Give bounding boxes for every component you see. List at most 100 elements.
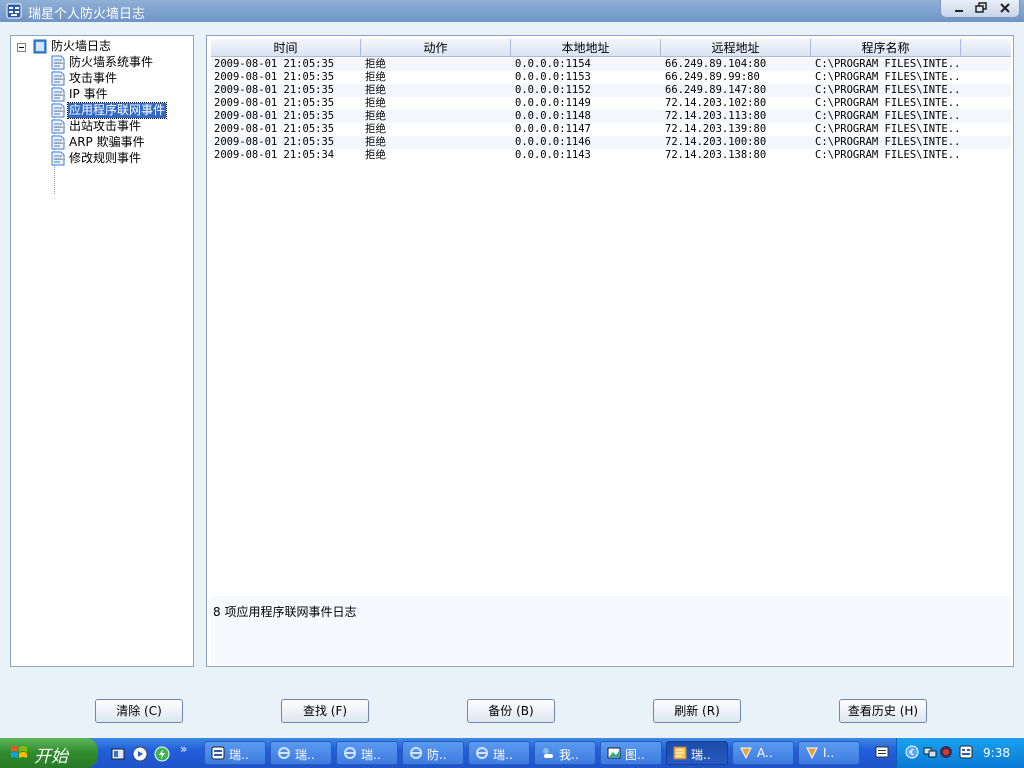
table-cell: 拒绝 xyxy=(365,110,386,122)
start-label: 开始 xyxy=(34,747,68,767)
tree-connector xyxy=(54,143,65,144)
table-cell: 拒绝 xyxy=(365,84,386,96)
table-cell: 拒绝 xyxy=(365,58,386,70)
taskbar-button[interactable]: 瑞.. xyxy=(270,741,332,765)
table-header: 时间 动作 本地地址 远程地址 程序名称 xyxy=(211,39,1011,57)
windows-flag-icon xyxy=(11,746,27,758)
table-row[interactable]: 2009-08-01 21:05:35 拒绝 0.0.0.0:1153 66.249.… xyxy=(211,71,1011,84)
tree-connector xyxy=(54,79,65,80)
taskbar-button-label: 瑞.. xyxy=(493,748,513,762)
table-cell: 72.14.203.138:80 xyxy=(665,149,767,161)
taskbar-button[interactable]: 瑞.. xyxy=(468,741,530,765)
taskbar-button[interactable]: 图.. xyxy=(600,741,662,765)
taskbar-button-label: 图.. xyxy=(625,748,645,762)
table-cell: 66.249.89.147:80 xyxy=(665,84,767,96)
tray-expand-icon[interactable] xyxy=(905,745,919,759)
table-cell: 0.0.0.0:1146 xyxy=(515,136,591,148)
minimize-button[interactable] xyxy=(949,1,969,15)
window-controls xyxy=(940,0,1020,18)
table-cell: C:\PROGRAM FILES\INTE... xyxy=(815,110,961,122)
taskbar-button-label: A.. xyxy=(757,746,773,760)
log-folder-icon xyxy=(33,39,47,54)
log-icon xyxy=(673,746,687,760)
table-row[interactable]: 2009-08-01 21:05:35 拒绝 0.0.0.0:1154 66.249.… xyxy=(211,58,1011,71)
table-row[interactable]: 2009-08-01 21:05:34 拒绝 0.0.0.0:1143 72.14.2… xyxy=(211,149,1011,162)
title-bar[interactable]: 瑞星个人防火墙日志 xyxy=(0,0,1024,22)
table-cell: 2009-08-01 21:05:35 xyxy=(214,123,335,135)
tree-item-label: 防火墙系统事件 xyxy=(69,55,154,69)
table-cell: 72.14.203.139:80 xyxy=(665,123,767,135)
table-cell: C:\PROGRAM FILES\INTE... xyxy=(815,84,961,96)
log-category-tree[interactable]: 防火墙日志 防火墙系统事件 攻击事件 IP 事件 应用程序联网事件 出站攻击事件 ARP … xyxy=(10,35,194,667)
input-method-icon[interactable] xyxy=(875,745,889,759)
table-cell: 0.0.0.0:1152 xyxy=(515,84,591,96)
table-row[interactable]: 2009-08-01 21:05:35 拒绝 0.0.0.0:1147 72.14.2… xyxy=(211,123,1011,136)
taskbar-button-label: 瑞.. xyxy=(229,748,249,762)
taskbar-button-label: I.. xyxy=(823,746,835,760)
table-cell: 2009-08-01 21:05:35 xyxy=(214,97,335,109)
network-icon[interactable] xyxy=(923,745,937,759)
tree-root[interactable]: 防火墙日志 xyxy=(33,39,112,55)
taskbar-button[interactable]: 防.. xyxy=(402,741,464,765)
table-cell: 66.249.89.99:80 xyxy=(665,71,760,83)
close-icon xyxy=(1000,3,1010,13)
taskbar-button-label: 瑞.. xyxy=(361,748,381,762)
table-row[interactable]: 2009-08-01 21:05:35 拒绝 0.0.0.0:1148 72.14.2… xyxy=(211,110,1011,123)
taskbar-button[interactable]: 瑞.. xyxy=(336,741,398,765)
table-cell: C:\PROGRAM FILES\INTE... xyxy=(815,97,961,109)
ie-icon xyxy=(278,747,290,759)
show-desktop-icon[interactable] xyxy=(110,746,126,762)
firewall-icon xyxy=(211,746,225,760)
close-button[interactable] xyxy=(995,1,1015,15)
event-list-panel[interactable]: 时间 动作 本地地址 远程地址 程序名称 2009-08-01 21:05:35… xyxy=(206,35,1014,667)
taskbar-button-label: 防.. xyxy=(427,748,447,762)
tree-item[interactable]: ARP 欺骗事件 xyxy=(51,135,146,151)
taskbar-button[interactable]: A.. xyxy=(732,741,794,765)
clock[interactable]: 9:38 xyxy=(983,746,1010,760)
taskbar-button[interactable]: 瑞.. xyxy=(666,741,728,765)
backup-button[interactable]: 备份 (B) xyxy=(467,699,555,723)
taskbar-button[interactable]: 瑞.. xyxy=(204,741,266,765)
column-header-remote-address[interactable]: 远程地址 xyxy=(661,39,811,57)
restore-button[interactable] xyxy=(971,1,991,15)
clear-button[interactable]: 清除 (C) xyxy=(95,699,183,723)
table-cell: 0.0.0.0:1153 xyxy=(515,71,591,83)
quicklaunch-overflow-icon[interactable]: » xyxy=(180,742,187,756)
tree-connector xyxy=(54,111,65,112)
speedup-icon[interactable] xyxy=(154,746,170,762)
tree-item[interactable]: 应用程序联网事件 xyxy=(51,102,168,119)
firewall-tray-icon[interactable] xyxy=(959,745,973,759)
column-header-local-address[interactable]: 本地地址 xyxy=(511,39,661,57)
app-icon xyxy=(806,747,818,760)
table-cell: C:\PROGRAM FILES\INTE... xyxy=(815,149,961,161)
column-header-time[interactable]: 时间 xyxy=(211,39,361,57)
taskbar: 开始 » 瑞.. 瑞.. 瑞.. 防.. 瑞.. 我.. 图.. 瑞.. A.. I.. 9:38 xyxy=(0,738,1024,768)
collapse-toggle[interactable] xyxy=(17,43,26,52)
table-cell: C:\PROGRAM FILES\INTE... xyxy=(815,123,961,135)
tree-item[interactable]: 防火墙系统事件 xyxy=(51,55,154,71)
table-row[interactable]: 2009-08-01 21:05:35 拒绝 0.0.0.0:1152 66.249.… xyxy=(211,84,1011,97)
window-title: 瑞星个人防火墙日志 xyxy=(28,7,146,22)
start-button[interactable]: 开始 xyxy=(0,738,98,768)
table-cell: 72.14.203.100:80 xyxy=(665,136,767,148)
restore-icon xyxy=(975,2,987,13)
column-header-action[interactable]: 动作 xyxy=(361,39,511,57)
chat-icon xyxy=(543,748,553,758)
system-tray: 9:38 xyxy=(875,738,1024,768)
taskbar-button[interactable]: I.. xyxy=(798,741,860,765)
tree-item-label: ARP 欺骗事件 xyxy=(69,135,145,149)
refresh-button[interactable]: 刷新 (R) xyxy=(653,699,741,723)
table-cell: 2009-08-01 21:05:34 xyxy=(214,149,335,161)
media-player-icon[interactable] xyxy=(132,746,148,762)
taskbar-button[interactable]: 我.. xyxy=(534,741,596,765)
security-icon[interactable] xyxy=(939,745,953,759)
table-row[interactable]: 2009-08-01 21:05:35 拒绝 0.0.0.0:1149 72.14.2… xyxy=(211,97,1011,110)
table-cell: 拒绝 xyxy=(365,71,386,83)
table-cell: 2009-08-01 21:05:35 xyxy=(214,58,335,70)
ie-icon xyxy=(344,747,356,759)
table-row[interactable]: 2009-08-01 21:05:35 拒绝 0.0.0.0:1146 72.14.2… xyxy=(211,136,1011,149)
column-header-program-name[interactable]: 程序名称 xyxy=(811,39,961,57)
view-history-button[interactable]: 查看历史 (H) xyxy=(839,699,927,723)
ie-icon xyxy=(410,747,422,759)
find-button[interactable]: 查找 (F) xyxy=(281,699,369,723)
